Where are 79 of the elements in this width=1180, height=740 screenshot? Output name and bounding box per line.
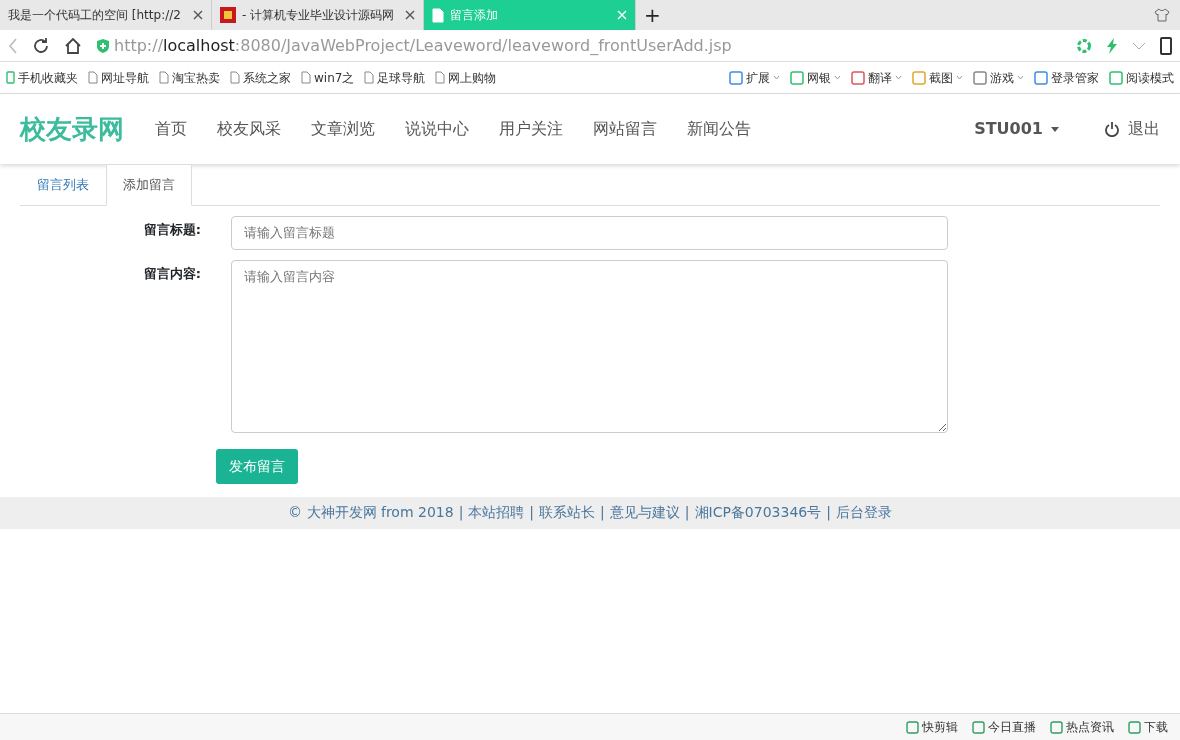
footer-link[interactable]: 联系站长	[539, 502, 596, 523]
nav-link[interactable]: 文章浏览	[296, 117, 390, 141]
nav-link[interactable]: 首页	[140, 117, 202, 141]
phone-icon	[1160, 36, 1172, 55]
page-tab[interactable]: 留言列表	[20, 164, 106, 206]
page-icon	[159, 71, 169, 84]
copyright-text: © 大神开发网 from 2018	[288, 503, 454, 522]
bookmark-link[interactable]: 手机收藏夹	[6, 68, 78, 87]
new-tab-button[interactable]: +	[636, 0, 669, 30]
item-icon	[1128, 720, 1141, 734]
separator: |	[684, 503, 690, 523]
power-icon	[1104, 121, 1120, 137]
status-bar-item[interactable]: 今日直播	[972, 718, 1036, 736]
toolbar-tool[interactable]: 截图	[912, 68, 963, 87]
status-bar-item[interactable]: 快剪辑	[906, 718, 958, 736]
shield-icon	[96, 37, 110, 54]
footer-link[interactable]: 意见与建议	[609, 502, 680, 523]
user-menu[interactable]: STU001	[959, 117, 1089, 141]
nav-link[interactable]: 网站留言	[578, 117, 672, 141]
item-icon	[1050, 720, 1063, 734]
separator: |	[826, 503, 831, 523]
toolbar-tool[interactable]: 游戏	[973, 68, 1024, 87]
tool-icon	[729, 70, 743, 85]
separator: |	[600, 503, 605, 523]
nav-link[interactable]: 新闻公告	[672, 117, 766, 141]
page-icon	[88, 71, 98, 84]
textarea-field[interactable]: 请输入留言内容	[231, 259, 948, 433]
tool-icon	[1034, 70, 1048, 85]
lightning-icon	[1106, 37, 1118, 54]
bookmark-link[interactable]: 网址导航	[88, 68, 149, 87]
bookmark-link[interactable]: 足球导航	[364, 68, 426, 87]
page-tab[interactable]: 添加留言	[106, 164, 192, 206]
page-icon	[432, 7, 444, 23]
input-field[interactable]: 请输入留言标题	[231, 216, 948, 250]
close-icon	[193, 10, 203, 20]
footer-link[interactable]: 本站招聘	[468, 502, 525, 523]
back-icon	[8, 37, 18, 54]
tool-icon	[851, 70, 865, 85]
bookmark-link[interactable]: win7之	[301, 68, 355, 87]
shirt-icon	[1154, 8, 1170, 22]
footer-link[interactable]: 后台登录	[835, 502, 892, 523]
logout-link[interactable]: 退出	[1089, 117, 1160, 141]
tool-icon	[790, 70, 804, 85]
page-icon	[435, 71, 446, 84]
toolbar-tool[interactable]: 网银	[790, 68, 841, 87]
favicon-icon	[220, 7, 236, 23]
chevron-down-icon	[1132, 41, 1146, 50]
close-icon	[617, 10, 627, 20]
nav-link[interactable]: 说说中心	[390, 117, 484, 141]
field-label: 留言标题:	[142, 221, 202, 239]
tool-icon	[1109, 70, 1123, 85]
toolbar-tool[interactable]: 阅读模式	[1109, 68, 1174, 87]
item-icon	[972, 720, 985, 734]
status-bar-item[interactable]: 热点资讯	[1050, 718, 1114, 736]
toolbar-tool[interactable]: 翻译	[851, 68, 902, 87]
separator: |	[458, 503, 464, 523]
close-icon	[405, 10, 415, 20]
address-field[interactable]: http://localhost:8080/JavaWebProject/Leaveword/leaveword_frontUserAdd.jsp	[114, 33, 732, 58]
caret-icon	[1051, 126, 1059, 132]
bookmark-link[interactable]: 网上购物	[435, 68, 497, 87]
phone-icon	[6, 71, 15, 84]
bookmark-link[interactable]: 淘宝热卖	[159, 68, 220, 87]
home-icon	[64, 36, 82, 55]
tool-icon	[912, 70, 926, 85]
nav-link[interactable]: 校友风采	[202, 117, 296, 141]
toolbar-tool[interactable]: 扩展	[729, 68, 780, 87]
tool-icon	[973, 70, 987, 85]
bookmark-link[interactable]: 系统之家	[230, 68, 291, 87]
nav-link[interactable]: 用户关注	[484, 117, 578, 141]
separator: |	[529, 503, 535, 523]
field-label: 留言内容:	[142, 264, 202, 283]
footer-link[interactable]: 湘ICP备0703346号	[694, 502, 822, 523]
reload-icon	[32, 36, 50, 55]
status-bar-item[interactable]: 下载	[1128, 718, 1168, 736]
page-icon	[230, 71, 240, 84]
toolbar-tool[interactable]: 登录管家	[1034, 68, 1099, 87]
page-icon	[364, 71, 375, 84]
item-icon	[906, 720, 919, 734]
page-icon	[301, 71, 311, 84]
